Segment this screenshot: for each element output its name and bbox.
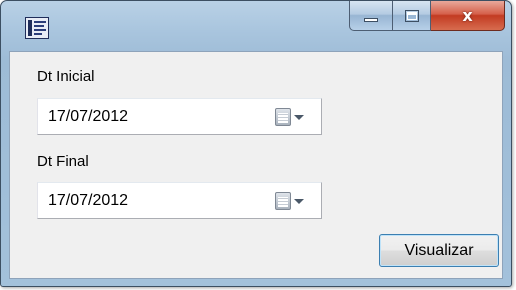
end-date-picker[interactable]: 17/07/2012 bbox=[37, 182, 322, 219]
form-body: Dt Inicial 17/07/2012 Dt Final 17/07/201… bbox=[9, 51, 503, 279]
close-button[interactable]: x bbox=[431, 1, 505, 31]
calendar-icon bbox=[275, 108, 291, 126]
close-icon: x bbox=[462, 5, 473, 25]
calendar-icon bbox=[275, 192, 291, 210]
app-window: x Dt Inicial 17/07/2012 Dt Final 17/07/2… bbox=[0, 0, 512, 287]
start-date-dropdown-button[interactable] bbox=[275, 106, 313, 128]
visualizar-button[interactable]: Visualizar bbox=[379, 234, 499, 267]
chevron-down-icon bbox=[294, 198, 304, 204]
start-date-value[interactable]: 17/07/2012 bbox=[48, 108, 128, 126]
end-date-value[interactable]: 17/07/2012 bbox=[48, 192, 128, 210]
end-date-label: Dt Final bbox=[37, 153, 89, 170]
app-form-icon[interactable] bbox=[25, 17, 49, 39]
minimize-button[interactable] bbox=[349, 1, 393, 31]
title-bar[interactable]: x bbox=[1, 1, 511, 51]
chevron-down-icon bbox=[294, 114, 304, 120]
end-date-dropdown-button[interactable] bbox=[275, 190, 313, 212]
start-date-picker[interactable]: 17/07/2012 bbox=[37, 98, 322, 135]
start-date-label: Dt Inicial bbox=[37, 68, 95, 85]
caption-buttons: x bbox=[349, 1, 505, 31]
minimize-icon bbox=[364, 17, 378, 22]
maximize-icon bbox=[404, 9, 419, 22]
maximize-button[interactable] bbox=[393, 1, 431, 31]
